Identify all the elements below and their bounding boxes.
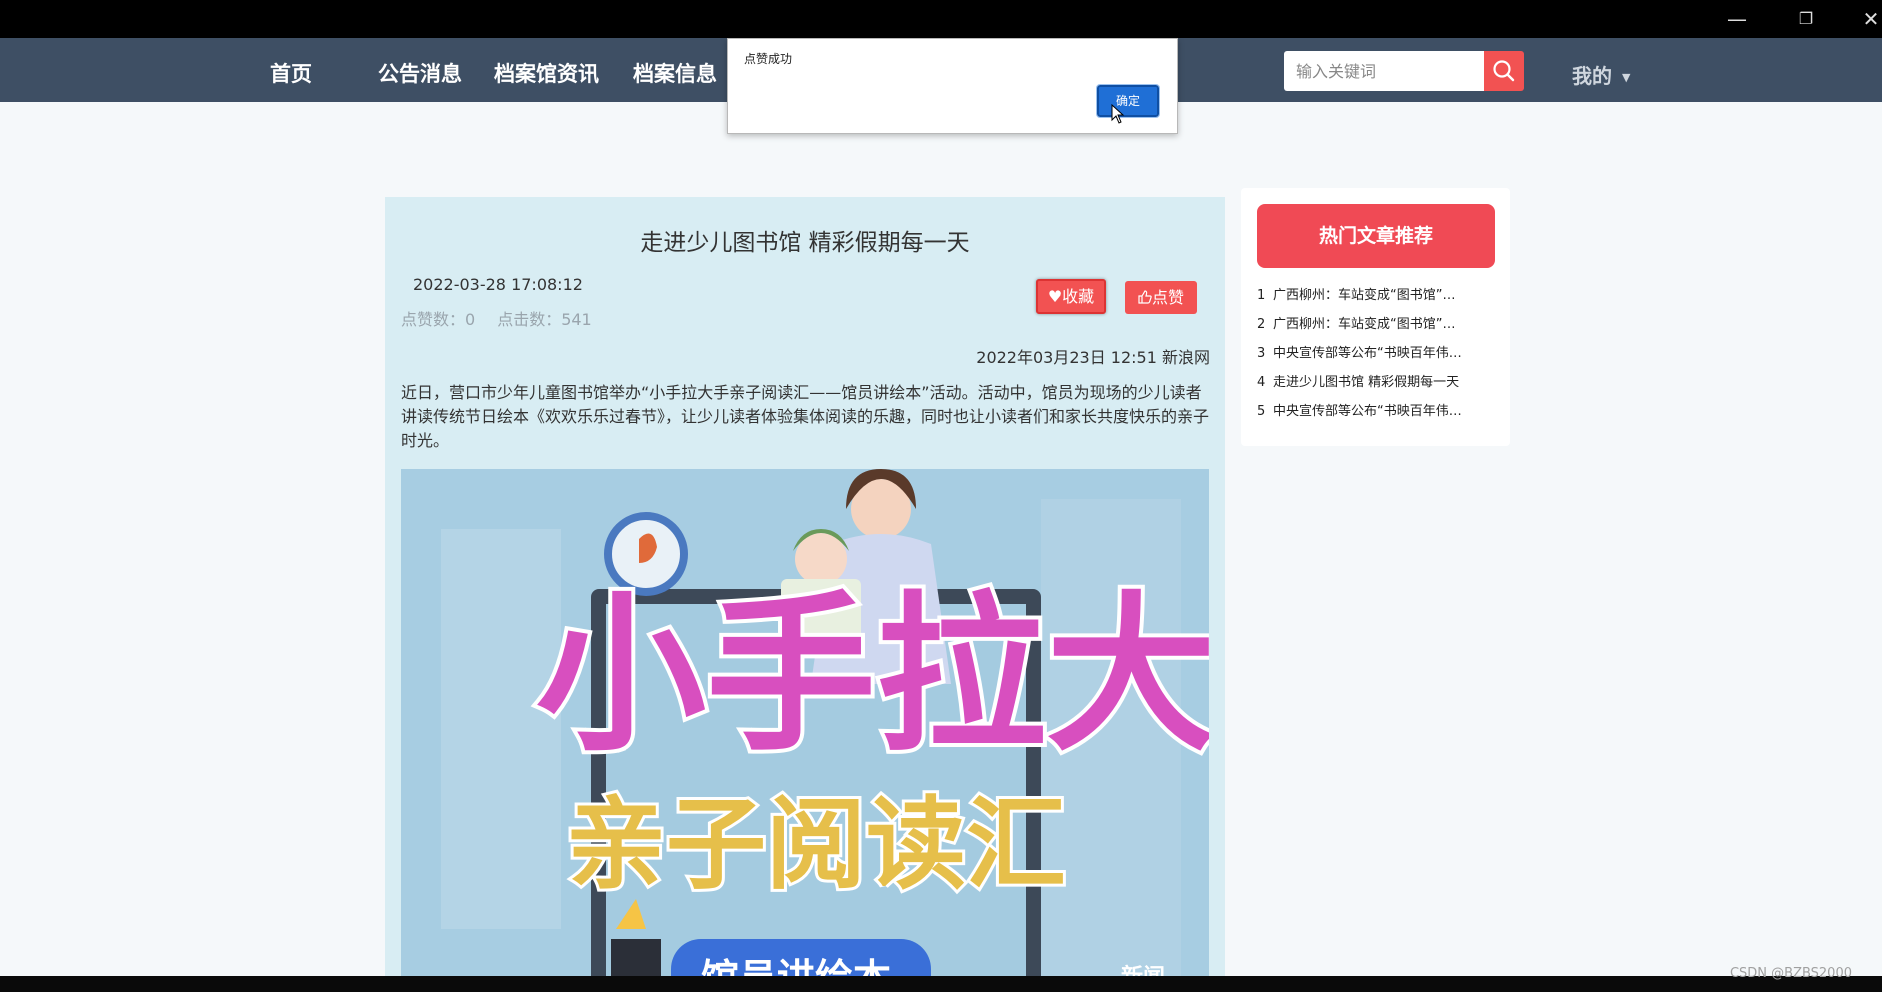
list-item-title: 广西柳州：车站变成“图书馆”… xyxy=(1273,317,1456,332)
nav-announcements[interactable]: 公告消息 xyxy=(378,58,462,88)
favorite-button-label: 收藏 xyxy=(1062,287,1095,306)
user-menu[interactable]: 我的 ▼ xyxy=(1572,60,1630,89)
article-datetime: 2022-03-28 17:08:12 xyxy=(413,275,583,294)
nav-archive-news[interactable]: 档案馆资讯 xyxy=(494,58,599,88)
like-button-label: 点赞 xyxy=(1151,288,1184,307)
list-item-title: 中央宣传部等公布“书映百年伟… xyxy=(1273,404,1462,419)
like-count: 点赞数：0 xyxy=(401,310,476,329)
window-titlebar: — ❐ ✕ xyxy=(0,0,1882,38)
article-stats: 点赞数：0 点击数：541 xyxy=(401,306,614,330)
chevron-down-icon: ▼ xyxy=(1622,71,1631,84)
minimize-icon[interactable]: — xyxy=(1723,6,1751,32)
image-headline: 小手拉大手 xyxy=(536,577,1209,775)
heart-icon: ♥ xyxy=(1047,287,1063,306)
article-panel: 走进少儿图书馆 精彩假期每一天 2022-03-28 17:08:12 点赞数：… xyxy=(385,197,1225,992)
list-item[interactable]: 1 广西柳州：车站变成“图书馆”… xyxy=(1257,284,1497,313)
thumbs-up-icon xyxy=(1138,290,1152,304)
list-item-number: 3 xyxy=(1257,346,1266,361)
hot-articles-title: 热门文章推荐 xyxy=(1257,204,1495,268)
dialog-ok-button[interactable]: 确定 xyxy=(1096,84,1160,118)
list-item-title: 走进少儿图书馆 精彩假期每一天 xyxy=(1273,375,1460,390)
mouse-cursor-icon xyxy=(1111,104,1125,124)
article-source: 2022年03月23日 12:51 新浪网 xyxy=(976,348,1210,367)
list-item-title: 中央宣传部等公布“书映百年伟… xyxy=(1273,346,1462,361)
list-item-title: 广西柳州：车站变成“图书馆”… xyxy=(1273,288,1456,303)
search-input[interactable] xyxy=(1284,51,1484,91)
click-count: 点击数：541 xyxy=(497,310,592,329)
nav-home[interactable]: 首页 xyxy=(270,58,312,88)
list-item-number: 4 xyxy=(1257,375,1266,390)
restore-icon[interactable]: ❐ xyxy=(1792,6,1820,32)
watermark: CSDN @BZBS2000 xyxy=(1729,966,1852,981)
list-item-number: 2 xyxy=(1257,317,1266,332)
hot-articles-list: 1 广西柳州：车站变成“图书馆”… 2 广西柳州：车站变成“图书馆”… 3 中央宣传部… xyxy=(1257,284,1497,429)
search-icon xyxy=(1493,60,1515,82)
article-title: 走进少儿图书馆 精彩假期每一天 xyxy=(640,230,970,256)
list-item-number: 5 xyxy=(1257,404,1266,419)
article-image: 小手拉大手 亲子阅读汇 馆员讲绘本 新闻 xyxy=(401,469,1209,992)
article-body: 近日，营口市少年儿童图书馆举办“小手拉大手亲子阅读汇——馆员讲绘本”活动。活动中… xyxy=(401,383,1210,450)
bottom-bar xyxy=(0,976,1882,992)
like-button[interactable]: 点赞 xyxy=(1125,281,1197,314)
list-item[interactable]: 5 中央宣传部等公布“书映百年伟… xyxy=(1257,400,1497,429)
close-icon[interactable]: ✕ xyxy=(1857,6,1882,32)
list-item-number: 1 xyxy=(1257,288,1266,303)
user-menu-label: 我的 xyxy=(1572,64,1612,88)
list-item[interactable]: 4 走进少儿图书馆 精彩假期每一天 xyxy=(1257,371,1497,400)
hot-articles-sidebar: 热门文章推荐 1 广西柳州：车站变成“图书馆”… 2 广西柳州：车站变成“图书馆”…… xyxy=(1241,188,1510,446)
favorite-button[interactable]: ♥收藏 xyxy=(1036,279,1106,314)
image-subline: 亲子阅读汇 xyxy=(566,786,1066,903)
search-button[interactable] xyxy=(1484,51,1524,91)
list-item[interactable]: 3 中央宣传部等公布“书映百年伟… xyxy=(1257,342,1497,371)
nav-archive-info[interactable]: 档案信息 xyxy=(633,58,717,88)
list-item[interactable]: 2 广西柳州：车站变成“图书馆”… xyxy=(1257,313,1497,342)
dialog-message: 点赞成功 xyxy=(744,52,793,66)
article-image-art: 小手拉大手 亲子阅读汇 馆员讲绘本 新闻 xyxy=(401,469,1209,992)
